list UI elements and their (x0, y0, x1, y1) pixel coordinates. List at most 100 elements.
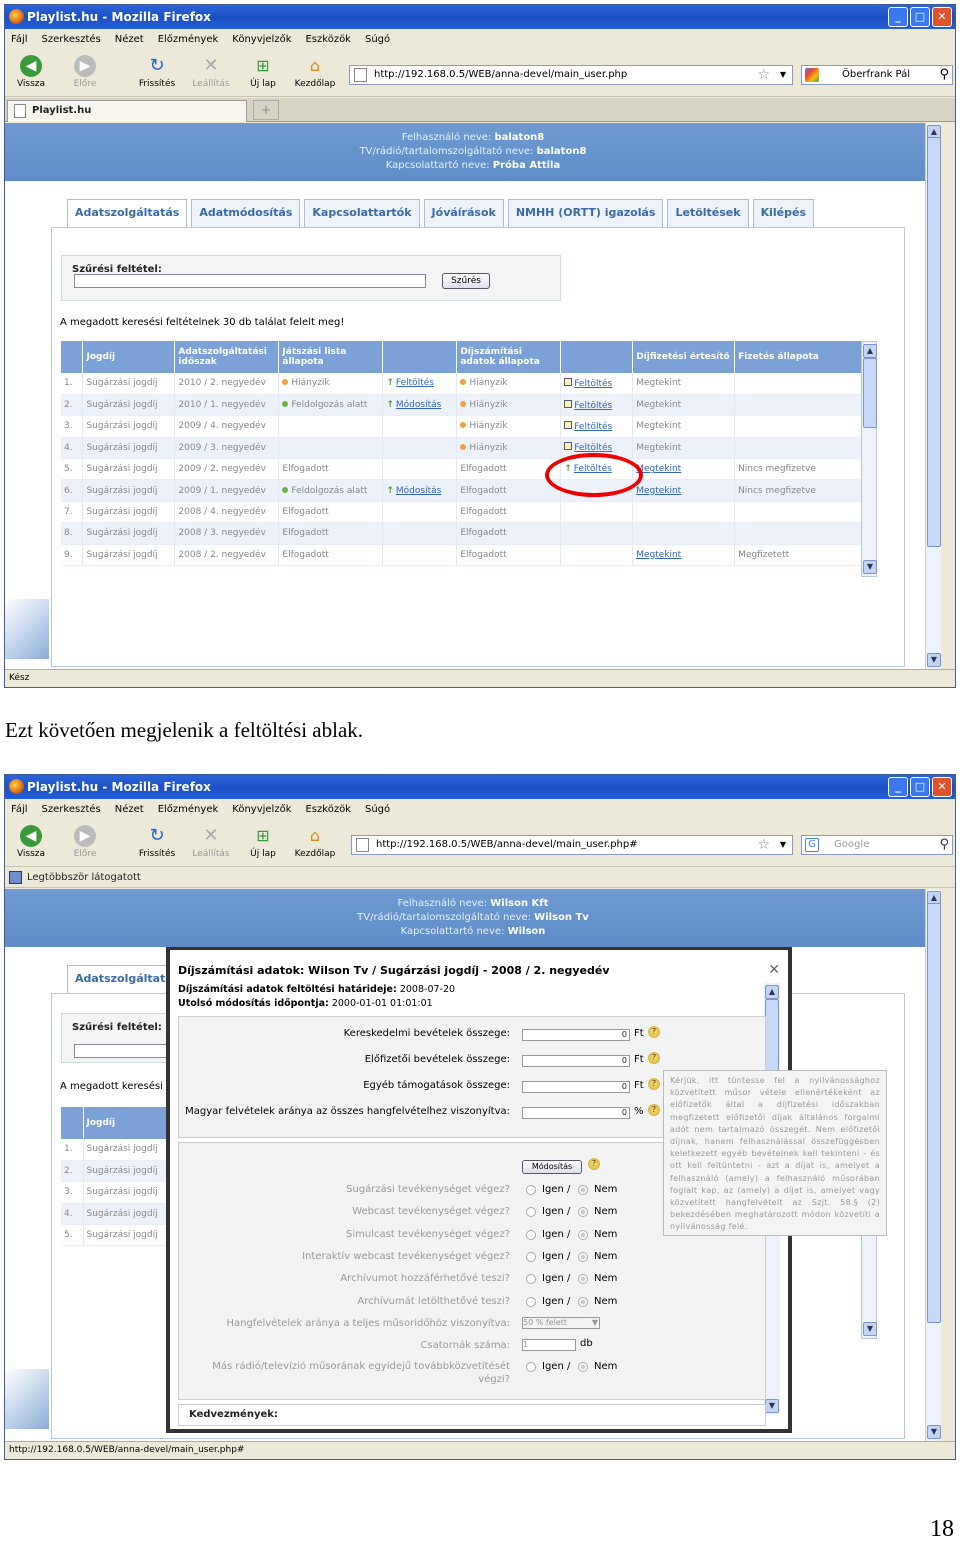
menu-tools[interactable]: Eszközök (305, 800, 351, 820)
chevron-down-icon[interactable]: ▼ (780, 66, 786, 84)
maximize-icon[interactable]: □ (910, 7, 930, 27)
help-key-icon[interactable]: ? (648, 1052, 660, 1064)
scroll-down-icon[interactable]: ▼ (863, 1322, 877, 1336)
help-key-icon[interactable]: ? (648, 1026, 660, 1038)
tab-kapcsolattartok[interactable]: Kapcsolattartók (304, 199, 420, 227)
forward-button[interactable]: ▶ Előre (63, 55, 107, 89)
tab-adatszolgaltatas[interactable]: Adatszolgáltatás (67, 199, 188, 227)
reload-button[interactable]: ↻ Frissítés (135, 825, 179, 859)
chevron-down-icon[interactable]: ▼ (780, 836, 786, 854)
stop-button[interactable]: ✕ Leállítás (189, 825, 233, 859)
filter-input[interactable] (74, 274, 426, 288)
menu-bookmarks[interactable]: Könyvjelzők (232, 30, 291, 50)
notice-link[interactable]: Megtekint (636, 464, 681, 474)
close-icon[interactable]: ✕ (932, 777, 952, 797)
scroll-up-icon[interactable]: ▲ (863, 344, 877, 358)
filter-button[interactable]: Szűrés (442, 273, 490, 289)
stop-button[interactable]: ✕ Leállítás (189, 55, 233, 89)
yes-radio[interactable] (526, 1296, 536, 1307)
search-engine-icon[interactable] (805, 68, 819, 82)
modify-button[interactable]: Módosítás (522, 1160, 582, 1174)
other-yes-radio[interactable] (526, 1362, 536, 1372)
amount-input[interactable]: 0 (522, 1081, 630, 1093)
browser-tab[interactable]: Playlist.hu (7, 100, 247, 122)
search-icon[interactable]: ⚲ (939, 66, 949, 84)
search-box[interactable]: G Google ⚲ (801, 835, 953, 855)
menu-bookmarks[interactable]: Könyvjelzők (232, 800, 291, 820)
no-radio[interactable] (578, 1251, 588, 1262)
playlist-action-link[interactable]: Feltöltés (396, 378, 434, 388)
notice-link[interactable]: Megtekint (636, 550, 681, 560)
scroll-down-icon[interactable]: ▼ (927, 653, 941, 667)
bookmark-star-icon[interactable]: ☆ (757, 66, 770, 84)
other-no-radio[interactable] (578, 1362, 588, 1372)
menu-history[interactable]: Előzmények (158, 30, 219, 50)
back-button[interactable]: ◀ Vissza (9, 55, 53, 89)
scroll-thumb[interactable] (927, 137, 941, 547)
page-scrollbar[interactable]: ▲ ▼ (925, 889, 941, 1441)
back-button[interactable]: ◀ Vissza (9, 825, 53, 859)
scroll-down-icon[interactable]: ▼ (863, 560, 877, 574)
add-tab-button[interactable]: + (253, 100, 279, 120)
tab-adatmodositas[interactable]: Adatmódosítás (191, 199, 301, 227)
bookmark-most-visited[interactable]: Legtöbbször látogatott (27, 872, 141, 883)
maximize-icon[interactable]: □ (910, 777, 930, 797)
amount-input[interactable]: 0 (522, 1107, 630, 1119)
page-scrollbar[interactable]: ▲ ▼ (925, 123, 941, 669)
menu-history[interactable]: Előzmények (158, 800, 219, 820)
menu-help[interactable]: Súgó (365, 800, 390, 820)
scroll-thumb[interactable] (863, 358, 877, 428)
menu-tools[interactable]: Eszközök (305, 30, 351, 50)
google-icon[interactable]: G (805, 838, 819, 852)
home-button[interactable]: ⌂ Kezdőlap (293, 825, 337, 859)
menu-help[interactable]: Súgó (365, 30, 390, 50)
scroll-down-icon[interactable]: ▼ (765, 1399, 779, 1413)
url-bar[interactable]: http://192.168.0.5/WEB/anna-devel/main_u… (349, 65, 793, 85)
calc-upload-link[interactable]: Feltöltés (574, 422, 612, 432)
playlist-action-link[interactable]: Módosítás (396, 486, 441, 496)
tab-letoltesek[interactable]: Letöltések (667, 199, 749, 227)
amount-input[interactable]: 0 (522, 1029, 630, 1041)
forward-button[interactable]: ▶ Előre (63, 825, 107, 859)
scroll-down-icon[interactable]: ▼ (927, 1425, 941, 1439)
scroll-up-icon[interactable]: ▲ (765, 985, 779, 999)
yes-radio[interactable] (526, 1185, 536, 1195)
channels-input[interactable]: 1 (522, 1339, 576, 1351)
amount-input[interactable]: 0 (522, 1055, 630, 1067)
tab-nmhh-igazolas[interactable]: NMHH (ORTT) igazolás (507, 199, 664, 227)
no-radio[interactable] (578, 1185, 588, 1195)
minimize-icon[interactable]: _ (888, 777, 908, 797)
ratio-select[interactable]: 50 % felett ▼ (522, 1317, 600, 1329)
minimize-icon[interactable]: _ (888, 7, 908, 27)
yes-radio[interactable] (526, 1251, 536, 1262)
menu-edit[interactable]: Szerkesztés (42, 30, 101, 50)
menu-file[interactable]: Fájl (11, 30, 28, 50)
help-key-icon[interactable]: ? (648, 1078, 660, 1090)
close-icon[interactable]: ✕ (768, 962, 780, 978)
new-tab-button[interactable]: ⊞ Új lap (241, 825, 285, 859)
tab-jovairasok[interactable]: Jóváírások (423, 199, 504, 227)
help-key-icon[interactable]: ? (648, 1104, 660, 1116)
url-bar[interactable]: http://192.168.0.5/WEB/anna-devel/main_u… (351, 835, 793, 855)
no-radio[interactable] (578, 1229, 588, 1240)
playlist-action-link[interactable]: Módosítás (396, 400, 441, 410)
yes-radio[interactable] (526, 1229, 536, 1240)
new-tab-button[interactable]: ⊞ Új lap (241, 55, 285, 89)
close-icon[interactable]: ✕ (932, 7, 952, 27)
menu-edit[interactable]: Szerkesztés (42, 800, 101, 820)
menu-file[interactable]: Fájl (11, 800, 28, 820)
calc-upload-link[interactable]: Feltöltés (574, 379, 612, 389)
calc-upload-link[interactable]: Feltöltés (574, 443, 612, 453)
tab-kilepes[interactable]: Kilépés (752, 199, 814, 227)
help-key-icon[interactable]: ? (588, 1158, 600, 1170)
scroll-thumb[interactable] (927, 903, 941, 1323)
bookmark-star-icon[interactable]: ☆ (757, 836, 770, 854)
reload-button[interactable]: ↻ Frissítés (135, 55, 179, 89)
home-button[interactable]: ⌂ Kezdőlap (293, 55, 337, 89)
search-icon[interactable]: ⚲ (939, 836, 949, 854)
menu-view[interactable]: Nézet (115, 30, 144, 50)
calc-upload-link[interactable]: Feltöltés (574, 401, 612, 411)
no-radio[interactable] (578, 1296, 588, 1307)
menu-view[interactable]: Nézet (115, 800, 144, 820)
search-box[interactable]: Öberfrank Pál ⚲ (801, 65, 953, 85)
